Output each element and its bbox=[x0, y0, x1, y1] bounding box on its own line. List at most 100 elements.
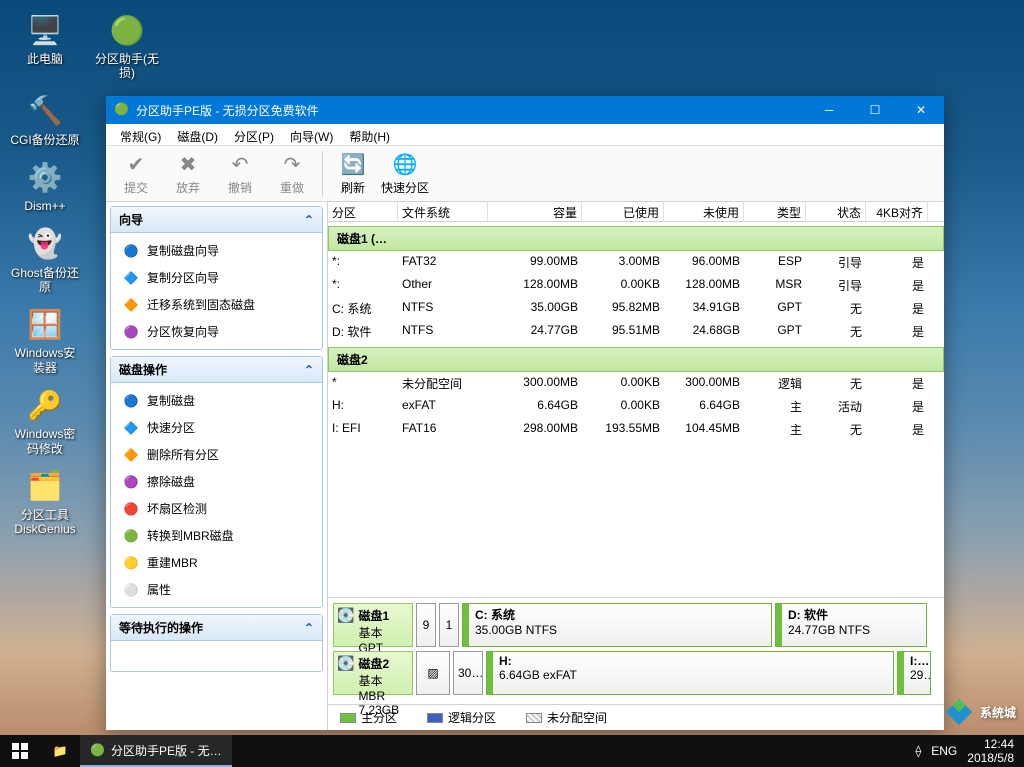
legend-logical-swatch bbox=[427, 713, 443, 723]
desktop-icon-glyph: ⚙️ bbox=[25, 157, 65, 197]
desktop-icon-label: 此电脑 bbox=[27, 52, 63, 66]
column-header[interactable]: 分区 bbox=[328, 202, 398, 221]
minimize-button[interactable]: ─ bbox=[806, 96, 852, 124]
column-header[interactable]: 状态 bbox=[806, 202, 866, 221]
disk-info[interactable]: 💽磁盘2基本 MBR7.23GB bbox=[333, 651, 413, 695]
panel-item-icon: ⚪ bbox=[123, 582, 139, 598]
disk-info[interactable]: 💽磁盘1基本 GPT60.00GB bbox=[333, 603, 413, 647]
close-button[interactable]: ✕ bbox=[898, 96, 944, 124]
cell: 104.45MB bbox=[664, 421, 744, 438]
column-header[interactable]: 容量 bbox=[488, 202, 582, 221]
column-header[interactable]: 类型 bbox=[744, 202, 806, 221]
titlebar[interactable]: 🟢 分区助手PE版 - 无损分区免费软件 ─ ☐ ✕ bbox=[106, 96, 944, 124]
panel-item[interactable]: 🔵复制磁盘 bbox=[111, 387, 322, 414]
column-header[interactable]: 4KB对齐 bbox=[866, 202, 928, 221]
menu-item[interactable]: 磁盘(D) bbox=[169, 124, 226, 145]
clock-date[interactable]: 2018/5/8 bbox=[967, 751, 1014, 765]
panel-item-label: 快速分区 bbox=[147, 419, 195, 436]
partition-box[interactable]: I:…29… bbox=[897, 651, 931, 695]
cell: 无 bbox=[806, 323, 866, 340]
desktop-icon[interactable]: 👻Ghost备份还原 bbox=[10, 224, 80, 295]
partition-box[interactable]: C: 系统35.00GB NTFS bbox=[462, 603, 772, 647]
panel-item[interactable]: 🔷快速分区 bbox=[111, 414, 322, 441]
disk-group-row[interactable]: 磁盘2 bbox=[328, 347, 944, 372]
column-header[interactable]: 文件系统 bbox=[398, 202, 488, 221]
partition-row[interactable]: C: 系统NTFS35.00GB95.82MB34.91GBGPT无是 bbox=[328, 297, 944, 320]
clock-time[interactable]: 12:44 bbox=[967, 737, 1014, 751]
desktop-icon-label: CGI备份还原 bbox=[10, 133, 79, 147]
partition-row[interactable]: H:exFAT6.64GB0.00KB6.64GB主活动是 bbox=[328, 395, 944, 418]
menu-item[interactable]: 分区(P) bbox=[226, 124, 282, 145]
panel-item[interactable]: 🟣擦除磁盘 bbox=[111, 468, 322, 495]
toolbar-快速分区[interactable]: 🌐快速分区 bbox=[379, 148, 431, 200]
collapse-icon[interactable]: ⌃ bbox=[304, 213, 314, 227]
disk-group-row[interactable]: 磁盘1 (… bbox=[328, 226, 944, 251]
desktop-icon[interactable]: 🔨CGI备份还原 bbox=[10, 91, 80, 147]
menu-item[interactable]: 帮助(H) bbox=[341, 124, 398, 145]
toolbar-刷新[interactable]: 🔄刷新 bbox=[327, 148, 379, 200]
partition-box[interactable]: H:6.64GB exFAT bbox=[486, 651, 894, 695]
partition-box[interactable]: 1 bbox=[439, 603, 459, 647]
toolbar-重做[interactable]: ↷重做 bbox=[266, 148, 318, 200]
desktop-icon-label: Dism++ bbox=[24, 199, 65, 213]
panel-item[interactable]: 🔵复制磁盘向导 bbox=[111, 237, 322, 264]
panel-item-icon: 🔶 bbox=[123, 447, 139, 463]
panel-item[interactable]: 🟢转换到MBR磁盘 bbox=[111, 522, 322, 549]
partition-box[interactable]: ▨ bbox=[416, 651, 450, 695]
panel-item[interactable]: 🔷复制分区向导 bbox=[111, 264, 322, 291]
partition-box[interactable]: D: 软件24.77GB NTFS bbox=[775, 603, 927, 647]
panel-item[interactable]: 🔴坏扇区检测 bbox=[111, 495, 322, 522]
panel-item[interactable]: 🟡重建MBR bbox=[111, 549, 322, 576]
taskbar-task[interactable]: 🟢 分区助手PE版 - 无… bbox=[80, 735, 232, 767]
collapse-icon[interactable]: ⌃ bbox=[304, 621, 314, 635]
partition-list[interactable]: 磁盘1 (…*:FAT3299.00MB3.00MB96.00MBESP引导是*… bbox=[328, 222, 944, 597]
toolbar-label: 提交 bbox=[124, 179, 148, 196]
partition-row[interactable]: I: EFIFAT16298.00MB193.55MB104.45MB主无是 bbox=[328, 418, 944, 441]
partition-box[interactable]: 9 bbox=[416, 603, 436, 647]
toolbar-icon: 🌐 bbox=[393, 152, 418, 177]
column-header[interactable]: 未使用 bbox=[664, 202, 744, 221]
cell: 是 bbox=[866, 300, 928, 317]
menu-item[interactable]: 向导(W) bbox=[282, 124, 341, 145]
cell: 活动 bbox=[806, 398, 866, 415]
cell: 是 bbox=[866, 421, 928, 438]
cell: 128.00MB bbox=[488, 277, 582, 294]
partition-row[interactable]: *未分配空间300.00MB0.00KB300.00MB逻辑无是 bbox=[328, 372, 944, 395]
desktop-icon[interactable]: 🗂️分区工具DiskGenius bbox=[10, 466, 80, 537]
desktop-icon[interactable]: 🔑Windows密码修改 bbox=[10, 385, 80, 456]
partition-box[interactable]: 30… bbox=[453, 651, 483, 695]
partition-row[interactable]: *:FAT3299.00MB3.00MB96.00MBESP引导是 bbox=[328, 251, 944, 274]
toolbar-撤销[interactable]: ↶撤销 bbox=[214, 148, 266, 200]
panel-item[interactable]: 🔶迁移系统到固态磁盘 bbox=[111, 291, 322, 318]
cell: 无 bbox=[806, 300, 866, 317]
desktop-icon[interactable]: 🟢分区助手(无损) bbox=[92, 10, 162, 81]
legend-logical-label: 逻辑分区 bbox=[448, 709, 496, 726]
panel-item-label: 擦除磁盘 bbox=[147, 473, 195, 490]
collapse-icon[interactable]: ⌃ bbox=[304, 363, 314, 377]
desktop-icon-glyph: 🖥️ bbox=[25, 10, 65, 50]
partition-row[interactable]: D: 软件NTFS24.77GB95.51MB24.68GBGPT无是 bbox=[328, 320, 944, 343]
cell: 无 bbox=[806, 421, 866, 438]
menu-item[interactable]: 常规(G) bbox=[112, 124, 169, 145]
language-indicator[interactable]: ENG bbox=[931, 744, 957, 758]
maximize-button[interactable]: ☐ bbox=[852, 96, 898, 124]
toolbar-提交[interactable]: ✔提交 bbox=[110, 148, 162, 200]
column-header[interactable]: 已使用 bbox=[582, 202, 664, 221]
partition-list-header: 分区文件系统容量已使用未使用类型状态4KB对齐 bbox=[328, 202, 944, 222]
cell: H: bbox=[328, 398, 398, 415]
disk-graph-row: 💽磁盘2基本 MBR7.23GB▨30…H:6.64GB exFATI:…29… bbox=[333, 651, 939, 695]
panel-item-label: 分区恢复向导 bbox=[147, 323, 219, 340]
toolbar: ✔提交✖放弃↶撤销↷重做🔄刷新🌐快速分区 bbox=[106, 146, 944, 202]
panel-item[interactable]: 🔶删除所有分区 bbox=[111, 441, 322, 468]
file-explorer-icon[interactable]: 📁 bbox=[40, 735, 80, 767]
desktop-icon[interactable]: ⚙️ Dism++ bbox=[10, 157, 80, 213]
tray-icon[interactable]: ⟠ bbox=[915, 744, 921, 758]
start-button[interactable] bbox=[0, 735, 40, 767]
partition-row[interactable]: *:Other128.00MB0.00KB128.00MBMSR引导是 bbox=[328, 274, 944, 297]
cell: 193.55MB bbox=[582, 421, 664, 438]
toolbar-放弃[interactable]: ✖放弃 bbox=[162, 148, 214, 200]
panel-item[interactable]: 🟣分区恢复向导 bbox=[111, 318, 322, 345]
panel-item[interactable]: ⚪属性 bbox=[111, 576, 322, 603]
desktop-icon[interactable]: 🖥️ 此电脑 bbox=[10, 10, 80, 81]
desktop-icon[interactable]: 🪟Windows安装器 bbox=[10, 304, 80, 375]
